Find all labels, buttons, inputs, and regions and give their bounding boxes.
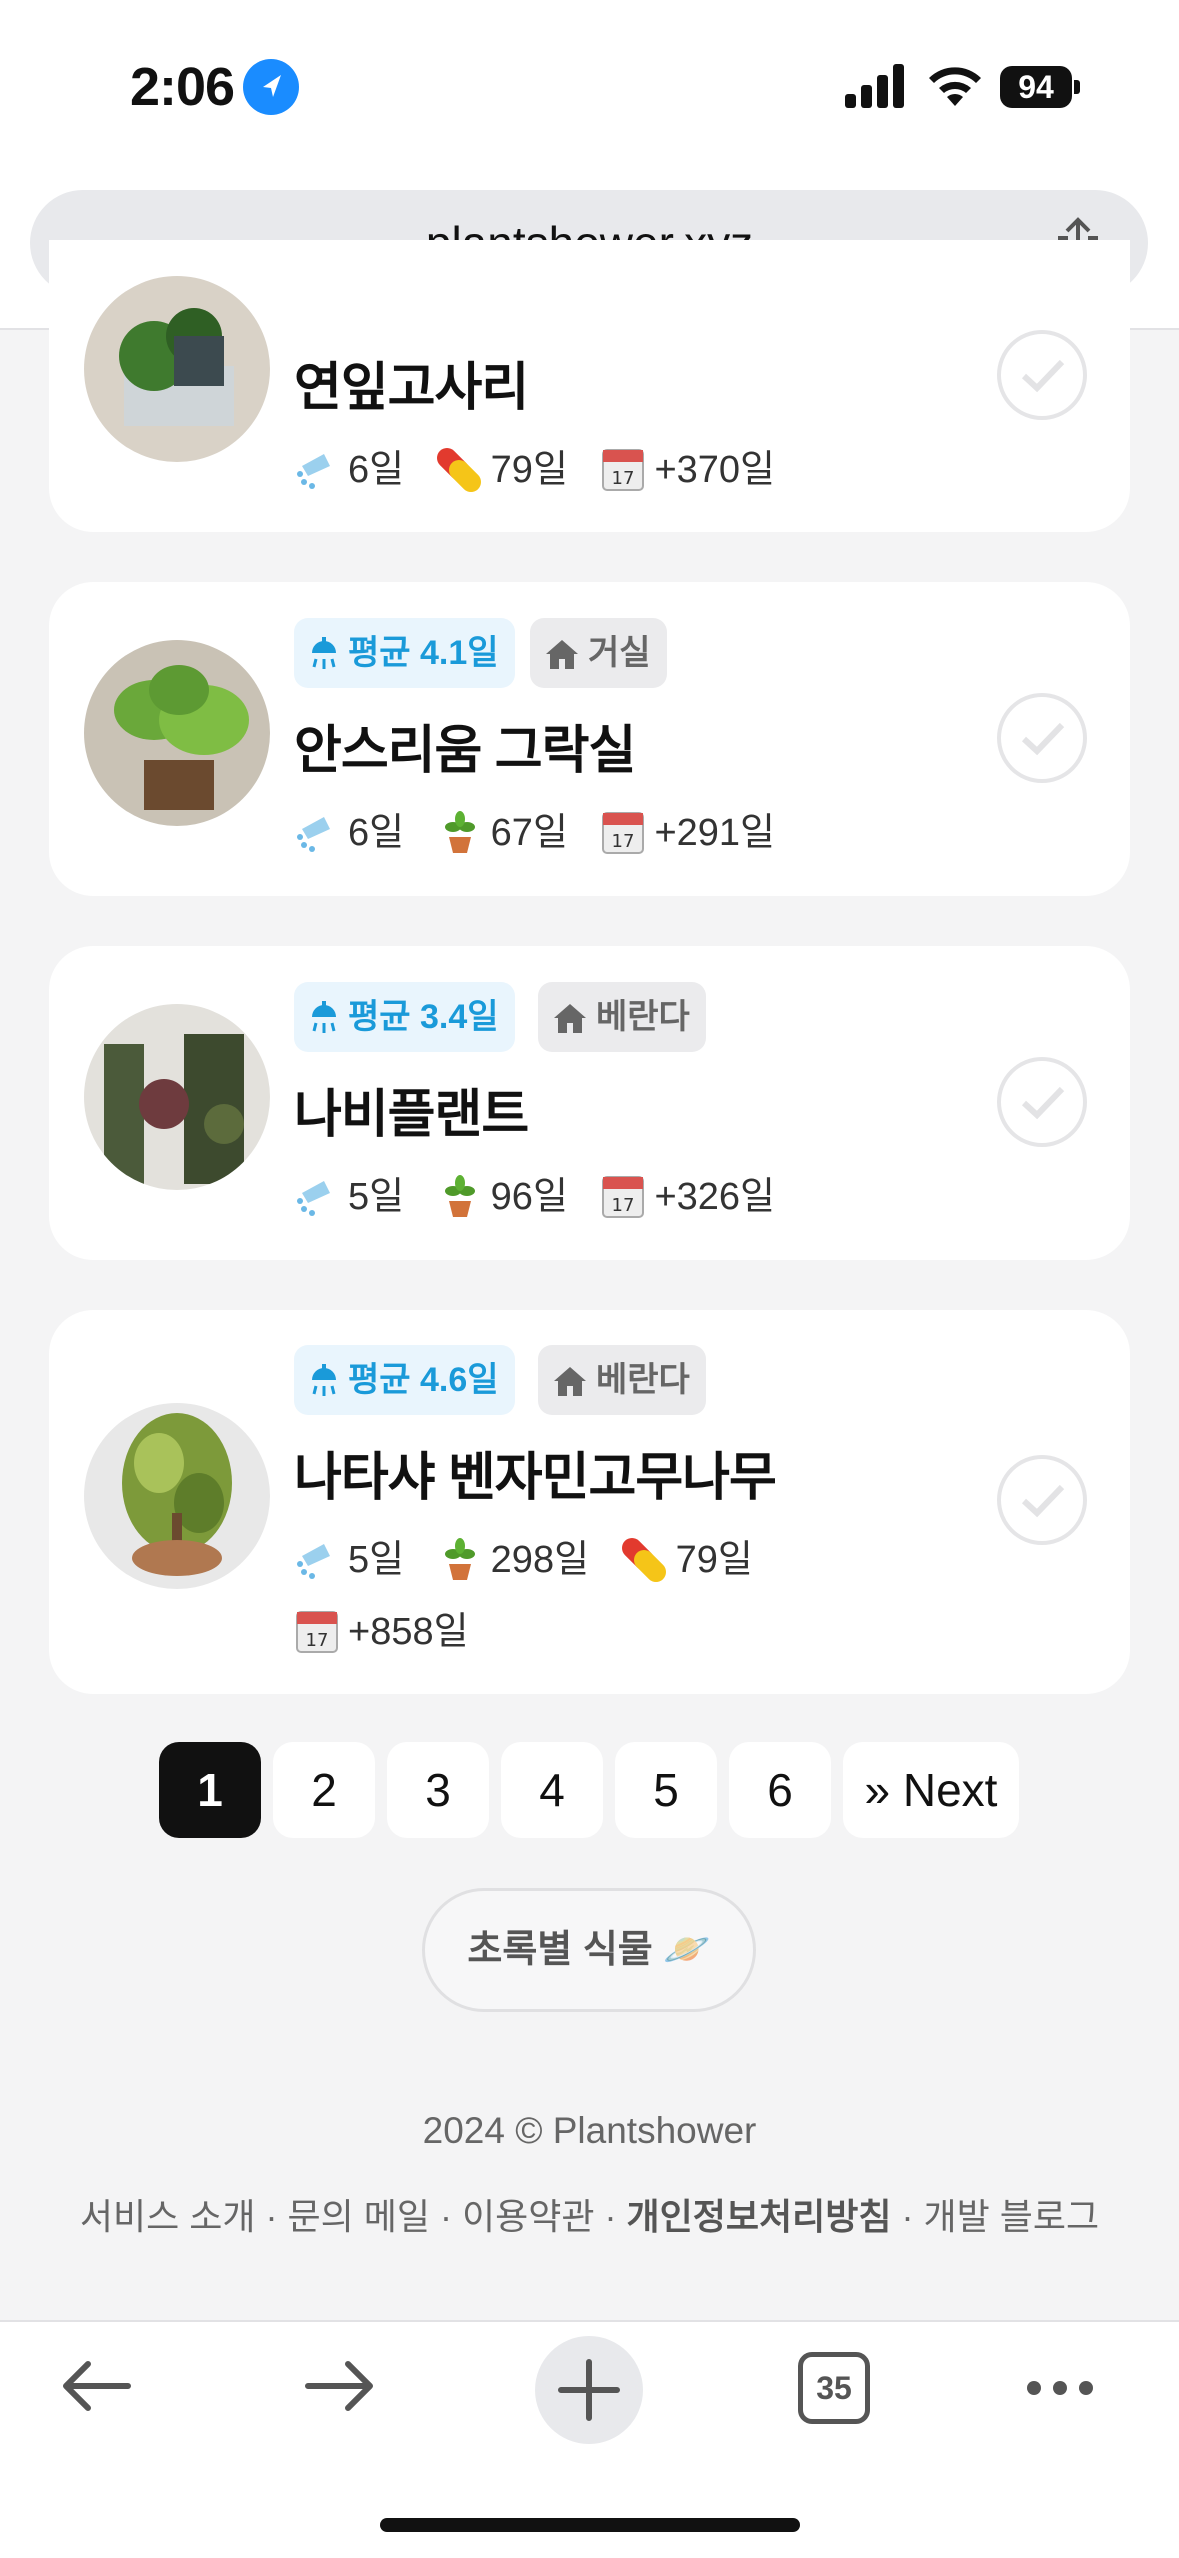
shower-icon <box>294 809 340 855</box>
avg-interval-badge: 평균 3.4일 <box>294 982 515 1052</box>
plant-meta: 5일 96일 17 +326일 <box>294 1165 775 1220</box>
days-since: +291일 <box>654 812 776 854</box>
home-icon <box>554 1004 586 1033</box>
plant-photo <box>84 1004 270 1190</box>
home-icon <box>546 640 578 669</box>
wifi-icon <box>929 67 981 106</box>
days-since: +858일 <box>348 1611 469 1653</box>
avg-interval-badge: 평균 4.1일 <box>294 618 515 688</box>
avg-interval-badge: 평균 4.6일 <box>294 1345 515 1415</box>
water-interval: 5일 <box>348 1176 405 1218</box>
location-arrow-icon <box>243 59 299 115</box>
days-since: +326일 <box>654 1176 776 1218</box>
footer-link-terms[interactable]: 이용약관 <box>462 2196 594 2237</box>
plant-name[interactable]: 연잎고사리 <box>294 345 529 420</box>
check-button[interactable] <box>997 1057 1087 1147</box>
water-interval: 5일 <box>348 1539 405 1581</box>
location-text: 베란다 <box>596 998 690 1036</box>
cellular-signal-icon <box>845 64 904 108</box>
footer-link-privacy[interactable]: 개인정보처리방침 <box>627 2196 892 2237</box>
svg-text:17: 17 <box>612 1195 635 1216</box>
green-star-plants-button[interactable]: 초록별 식물 🪐 <box>422 1888 756 2012</box>
footer-link-blog[interactable]: 개발 블로그 <box>923 2196 1099 2237</box>
calendar-icon: 17 <box>600 446 646 492</box>
shower-icon <box>294 1173 340 1219</box>
calendar-icon: 17 <box>600 1173 646 1219</box>
plant-photo <box>84 640 270 826</box>
page-1-button[interactable]: 1 <box>159 1742 261 1838</box>
footer-link-about[interactable]: 서비스 소개 <box>80 2196 256 2237</box>
page-2-button[interactable]: 2 <box>273 1742 375 1838</box>
potted-plant-icon <box>437 809 483 855</box>
plant-meta: 5일 298일 79일 <box>294 1528 753 1583</box>
shower-icon <box>294 446 340 492</box>
footer-links: 서비스 소개 · 문의 메일 · 이용약관 · 개인정보처리방침 · 개발 블로… <box>79 2196 1100 2237</box>
shower-head-icon <box>312 1364 336 1396</box>
location-text: 거실 <box>588 634 651 672</box>
location-badge: 베란다 <box>538 982 706 1052</box>
days-since: +370일 <box>654 449 776 491</box>
plant-name[interactable]: 안스리움 그락실 <box>294 708 636 783</box>
home-indicator <box>380 2518 800 2532</box>
check-button[interactable] <box>997 693 1087 783</box>
page-3-button[interactable]: 3 <box>387 1742 489 1838</box>
pill-days: 79일 <box>490 449 568 491</box>
shower-head-icon <box>312 637 336 669</box>
back-arrow-icon[interactable] <box>58 2356 132 2416</box>
repot-days: 96일 <box>490 1176 568 1218</box>
check-button[interactable] <box>997 1455 1087 1545</box>
pill-icon <box>621 1536 668 1582</box>
new-tab-button[interactable] <box>535 2336 643 2444</box>
potted-plant-icon <box>437 1536 483 1582</box>
pill-days: 79일 <box>675 1539 753 1581</box>
water-interval: 6일 <box>348 812 405 854</box>
page-4-button[interactable]: 4 <box>501 1742 603 1838</box>
forward-arrow-icon[interactable] <box>304 2356 378 2416</box>
home-icon <box>554 1367 586 1396</box>
next-page-button[interactable]: » Next <box>843 1742 1019 1838</box>
plant-meta-row2: 17 +858일 <box>294 1600 469 1655</box>
shower-head-icon <box>312 1001 336 1033</box>
location-badge: 거실 <box>530 618 667 688</box>
plant-meta: 6일 67일 17 +291일 <box>294 801 775 856</box>
avg-interval-text: 평균 4.1일 <box>348 634 499 672</box>
avg-interval-text: 평균 3.4일 <box>348 998 499 1036</box>
shower-icon <box>294 1536 340 1582</box>
pill-icon <box>436 446 483 492</box>
tabs-button[interactable]: 35 <box>798 2352 870 2424</box>
location-text: 베란다 <box>596 1361 690 1399</box>
repot-days: 298일 <box>490 1539 590 1581</box>
plant-name[interactable]: 나비플랜트 <box>294 1072 529 1147</box>
plus-icon <box>558 2359 620 2421</box>
plant-photo <box>84 276 270 462</box>
potted-plant-icon <box>437 1173 483 1219</box>
battery-tip <box>1074 80 1080 94</box>
check-button[interactable] <box>997 330 1087 420</box>
svg-text:17: 17 <box>612 831 635 852</box>
more-options-icon[interactable] <box>1024 2378 1096 2398</box>
footer-copyright: 2024 © Plantshower <box>422 2110 757 2151</box>
calendar-icon: 17 <box>294 1608 340 1654</box>
plant-photo <box>84 1403 270 1589</box>
status-time: 2:06 <box>130 57 235 117</box>
svg-text:17: 17 <box>612 468 635 489</box>
battery-indicator: 94 <box>1000 66 1072 108</box>
location-badge: 베란다 <box>538 1345 706 1415</box>
svg-text:17: 17 <box>306 1630 329 1651</box>
avg-interval-text: 평균 4.6일 <box>348 1361 499 1399</box>
repot-days: 67일 <box>490 812 568 854</box>
plant-meta: 6일 79일 17 +370일 <box>294 438 775 493</box>
page-6-button[interactable]: 6 <box>729 1742 831 1838</box>
page-5-button[interactable]: 5 <box>615 1742 717 1838</box>
water-interval: 6일 <box>348 449 405 491</box>
calendar-icon: 17 <box>600 809 646 855</box>
plant-name[interactable]: 나타샤 벤자민고무나무 <box>294 1435 777 1510</box>
footer-link-contact[interactable]: 문의 메일 <box>288 2196 430 2237</box>
